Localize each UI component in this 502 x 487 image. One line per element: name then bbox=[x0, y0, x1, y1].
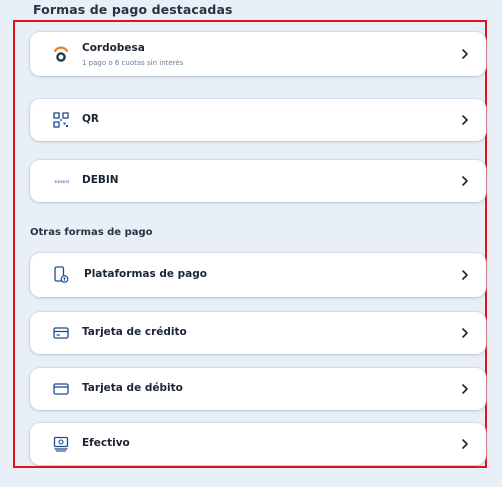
payment-option-label: Plataformas de pago bbox=[84, 268, 208, 280]
payment-option-label: Tarjeta de débito bbox=[82, 382, 183, 394]
mobile-payment-icon bbox=[51, 265, 71, 285]
chevron-right-icon bbox=[462, 384, 468, 394]
chevron-right-icon bbox=[462, 49, 468, 59]
payment-option-label: Efectivo bbox=[82, 437, 130, 449]
debit-card-icon bbox=[51, 379, 71, 399]
cordobesa-logo-icon bbox=[51, 44, 71, 64]
payment-option-debin[interactable]: DEBIN DEBIN bbox=[30, 160, 486, 202]
payment-option-efectivo[interactable]: Efectivo bbox=[30, 423, 486, 465]
qr-code-icon bbox=[51, 110, 71, 130]
chevron-right-icon bbox=[462, 439, 468, 449]
highlight-frame: Cordobesa 1 pago o 6 cuotas sin interés … bbox=[13, 20, 487, 468]
payment-option-debito[interactable]: Tarjeta de débito bbox=[30, 368, 486, 410]
chevron-right-icon bbox=[462, 115, 468, 125]
payment-option-subtitle: 1 pago o 6 cuotas sin interés bbox=[82, 59, 184, 67]
payment-option-label: Tarjeta de crédito bbox=[82, 326, 187, 338]
credit-card-icon bbox=[51, 323, 71, 343]
payment-option-credito[interactable]: Tarjeta de crédito bbox=[30, 312, 486, 354]
debin-logo-icon: DEBIN bbox=[54, 178, 70, 184]
chevron-right-icon bbox=[462, 328, 468, 338]
payment-option-label: DEBIN bbox=[82, 174, 119, 186]
cash-icon bbox=[51, 434, 71, 454]
chevron-right-icon bbox=[462, 176, 468, 186]
section-title-featured: Formas de pago destacadas bbox=[33, 2, 233, 17]
chevron-right-icon bbox=[462, 270, 468, 280]
payment-option-qr[interactable]: QR bbox=[30, 99, 486, 141]
section-title-other: Otras formas de pago bbox=[30, 227, 153, 238]
payment-option-label: Cordobesa bbox=[82, 42, 145, 54]
payment-option-label: QR bbox=[82, 113, 100, 125]
payment-option-cordobesa[interactable]: Cordobesa 1 pago o 6 cuotas sin interés bbox=[30, 32, 486, 76]
payment-option-plataformas[interactable]: Plataformas de pago bbox=[30, 253, 486, 297]
